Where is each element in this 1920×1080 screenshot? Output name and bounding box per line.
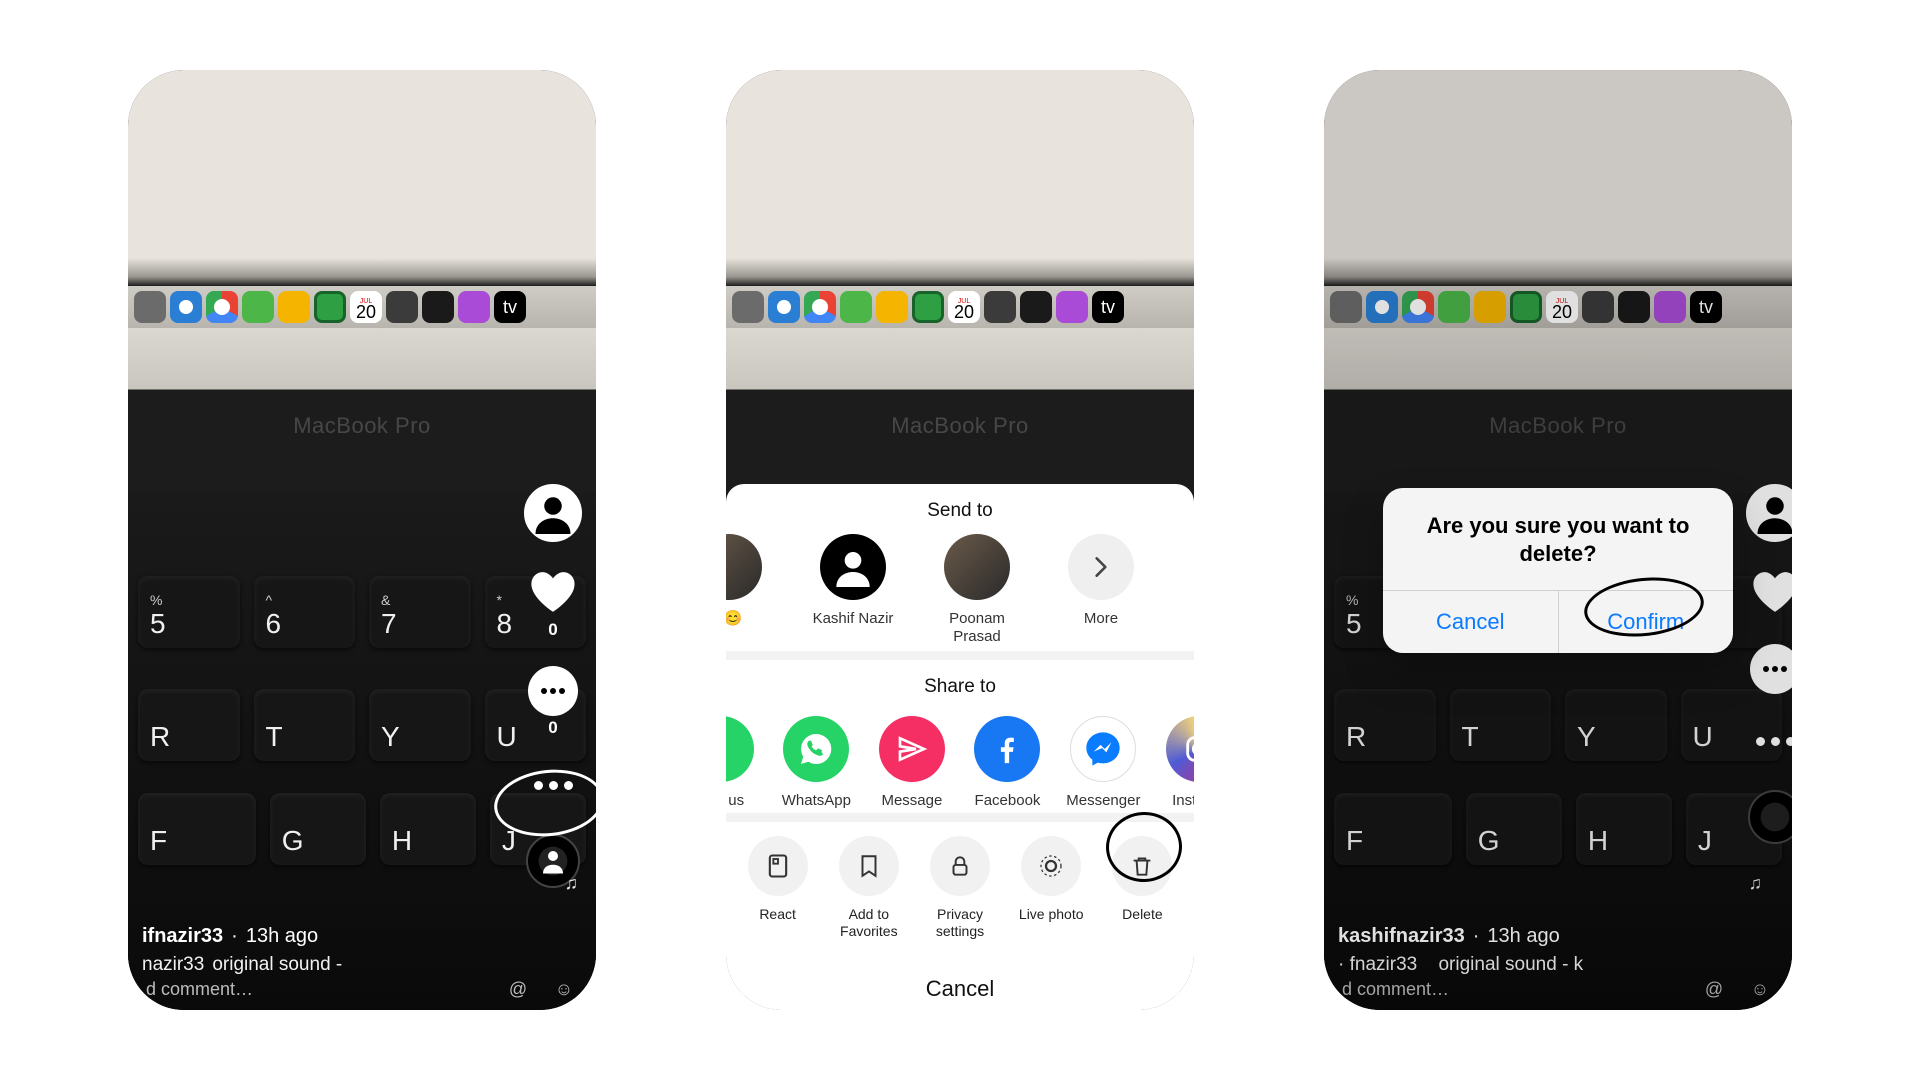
like-button[interactable] [528,568,578,618]
product-label: MacBook Pro [726,413,1194,439]
send-contact[interactable]: Poonam Prasad [930,534,1024,646]
dock-icon-evernote [242,291,274,323]
action-livephoto[interactable]: Live photo [1016,836,1087,923]
action-label: Add to Favorites [833,906,904,940]
sheet-divider [726,813,1194,822]
person-icon [532,492,574,534]
trash-icon [1129,853,1155,879]
share-app-label: Message [881,792,942,810]
react-icon [764,852,792,880]
more-options-button[interactable] [525,764,581,808]
messenger-icon [1083,729,1123,769]
emoji-icon[interactable]: ☺ [550,975,578,1003]
actions-row: React Add to Favorites Privacy settings … [726,822,1194,958]
macos-dock: JUL20 tv [128,286,596,328]
share-sheet: Send to 1😊 Kashif Nazir Poonam Prasad Mo… [726,484,1194,1010]
comment-button[interactable] [528,666,578,716]
contact-name: Poonam Prasad [930,610,1024,646]
contact-name: Kashif Nazir [813,610,894,628]
send-more-button[interactable]: More [1054,534,1148,628]
sheet-divider [726,651,1194,660]
share-app-label: Messenger [1066,792,1140,810]
person-icon [833,547,873,587]
profile-avatar-button[interactable] [524,484,582,542]
action-label: Delete [1122,906,1162,923]
instagram-icon [1182,732,1194,766]
send-icon [896,733,928,765]
dock-icon-safari [170,291,202,323]
phone-screenshot-1: JUL20 tv MacBook Pro %5 ^6 &7 *8 RTYU FG… [128,70,596,1010]
share-app-messenger[interactable]: Messenger [1066,716,1140,810]
action-rail: 0 0 [524,484,582,1010]
share-app-message[interactable]: Message [875,716,949,810]
action-react[interactable]: React [742,836,813,923]
bookmark-icon [856,853,882,879]
mention-icon[interactable]: @ [504,975,532,1003]
share-to-header: Share to [726,660,1194,710]
dock-icon-podcasts [458,291,490,323]
phone-screenshot-3: JUL20 tv MacBook Pro %5 ^6 &7 *8 RTYU FG… [1324,70,1792,1010]
action-delete[interactable]: Delete [1107,836,1178,923]
dock-icon-appletv: tv [494,291,526,323]
cancel-button[interactable]: Cancel [726,958,1194,1010]
lock-icon [947,853,973,879]
action-privacy[interactable]: Privacy settings [924,836,995,940]
dock-icon-loader [314,291,346,323]
comment-input[interactable]: d comment… [146,979,253,1000]
action-label: Privacy settings [924,906,995,940]
action-label: Live photo [1019,906,1084,923]
time-ago: 13h ago [246,925,318,948]
facebook-icon [990,732,1024,766]
confirm-delete-alert: Are you sure you want to delete? Cancel … [1383,488,1733,653]
dock-icon-launchpad [134,291,166,323]
alert-message: Are you sure you want to delete? [1383,488,1733,590]
more-label: More [1084,610,1118,628]
share-app-label: WhatsApp [782,792,851,810]
action-favorite[interactable]: Add to Favorites [833,836,904,940]
dock-icon-calendar: JUL20 [350,291,382,323]
alert-cancel-button[interactable]: Cancel [1383,591,1558,653]
livephoto-icon [1036,851,1066,881]
phone-screenshot-2: JUL20 tv MacBook Pro Send to 1😊 Kashif N… [726,70,1194,1010]
send-contact-partial[interactable]: 1😊 [726,534,776,628]
dock-icon-terminal [422,291,454,323]
like-count: 0 [548,620,557,640]
dock-icon-sublime [386,291,418,323]
share-app-whatsapp[interactable]: WhatsApp [780,716,854,810]
send-to-row[interactable]: 1😊 Kashif Nazir Poonam Prasad More [726,534,1194,651]
share-to-row[interactable]: App us WhatsApp Message Facebook [726,710,1194,813]
dock-icon-chrome [206,291,238,323]
action-label: React [759,906,796,923]
alert-confirm-button[interactable]: Confirm [1558,591,1734,653]
product-label: MacBook Pro [128,413,596,439]
share-app-label: Facebook [975,792,1041,810]
person-icon [538,846,568,876]
author-handle[interactable]: ifnazir33 [142,925,223,948]
dock-icon-notes [278,291,310,323]
send-to-header: Send to [726,484,1194,534]
chevron-right-icon [1088,554,1114,580]
send-contact[interactable]: Kashif Nazir [806,534,900,628]
share-app-partial-left[interactable]: App us [726,716,758,810]
share-app-facebook[interactable]: Facebook [971,716,1045,810]
comment-bar: d comment… @ ☺ [128,968,596,1010]
whatsapp-icon [798,731,834,767]
comment-count: 0 [548,718,557,738]
share-app-partial-right[interactable]: Instagra [1162,716,1194,810]
music-note-icon: ♫ [565,873,579,894]
macos-dock: JUL20 tv [726,286,1194,328]
